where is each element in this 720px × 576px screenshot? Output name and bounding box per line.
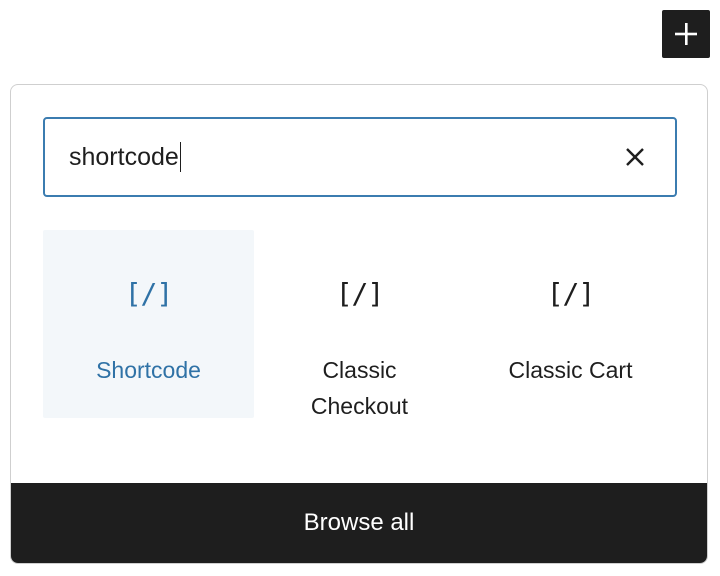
shortcode-icon: [/] (335, 277, 385, 310)
search-input-value: shortcode (69, 142, 182, 172)
plus-icon (675, 23, 697, 45)
block-item-label: Shortcode (96, 357, 201, 383)
block-item-classic-checkout[interactable]: [/] Classic Checkout (254, 230, 465, 419)
browse-all-button[interactable]: Browse all (11, 483, 707, 563)
block-item-shortcode[interactable]: [/] Shortcode (43, 230, 254, 418)
search-value-text: shortcode (69, 142, 179, 171)
shortcode-icon: [/] (124, 277, 174, 310)
add-block-button[interactable] (662, 10, 710, 58)
block-inserter-panel: shortcode [/] Shortcode [/] Classic Chec… (10, 84, 708, 564)
close-icon (626, 148, 644, 166)
block-item-label: Classic Cart (508, 357, 633, 383)
block-item-label: Classic Checkout (310, 357, 409, 419)
shortcode-icon: [/] (546, 277, 596, 310)
block-item-classic-cart[interactable]: [/] Classic Cart (465, 230, 676, 418)
block-results-list: [/] Shortcode [/] Classic Checkout [/] C… (43, 230, 677, 420)
clear-search-button[interactable] (621, 143, 649, 171)
text-caret (179, 142, 182, 172)
search-input[interactable]: shortcode (43, 117, 677, 197)
